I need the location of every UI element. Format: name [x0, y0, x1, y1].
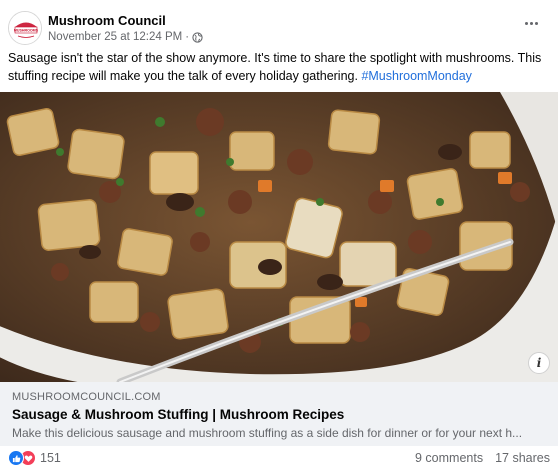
- info-icon[interactable]: i: [528, 352, 550, 374]
- like-icon: [8, 450, 24, 466]
- meta-separator: ·: [185, 31, 190, 43]
- page-avatar[interactable]: MUSHROOMS: [8, 11, 42, 45]
- post-image[interactable]: i: [0, 92, 558, 382]
- hashtag-link[interactable]: #MushroomMonday: [361, 69, 471, 83]
- post-header: MUSHROOMS Mushroom Council November 25 a…: [8, 8, 550, 48]
- dot: [524, 21, 528, 25]
- globe-icon[interactable]: [192, 31, 203, 43]
- reaction-count: 151: [40, 451, 61, 465]
- link-preview[interactable]: MUSHROOMCOUNCIL.COM Sausage & Mushroom S…: [0, 382, 558, 446]
- shares-count[interactable]: 17 shares: [495, 451, 550, 465]
- link-title[interactable]: Sausage & Mushroom Stuffing | Mushroom R…: [12, 407, 546, 422]
- post-meta: November 25 at 12:24 PM ·: [48, 31, 203, 43]
- svg-text:MUSHROOMS: MUSHROOMS: [14, 29, 39, 33]
- comments-count[interactable]: 9 comments: [415, 451, 483, 465]
- dot: [534, 21, 538, 25]
- facebook-post: MUSHROOMS Mushroom Council November 25 a…: [0, 0, 558, 474]
- link-description: Make this delicious sausage and mushroom…: [12, 426, 523, 440]
- dot: [529, 21, 533, 25]
- post-text: Sausage isn't the star of the show anymo…: [8, 50, 550, 85]
- post-footer: 151 9 comments 17 shares: [8, 448, 550, 470]
- link-domain: MUSHROOMCOUNCIL.COM: [12, 391, 161, 403]
- stuffing-photo: [0, 92, 558, 382]
- engagement-stats: 9 comments 17 shares: [415, 451, 550, 465]
- more-options-icon[interactable]: [520, 16, 542, 30]
- post-timestamp[interactable]: November 25 at 12:24 PM: [48, 31, 182, 43]
- reactions-summary[interactable]: 151: [8, 450, 61, 466]
- page-name[interactable]: Mushroom Council: [48, 13, 166, 28]
- mushroom-council-logo: MUSHROOMS: [9, 12, 41, 44]
